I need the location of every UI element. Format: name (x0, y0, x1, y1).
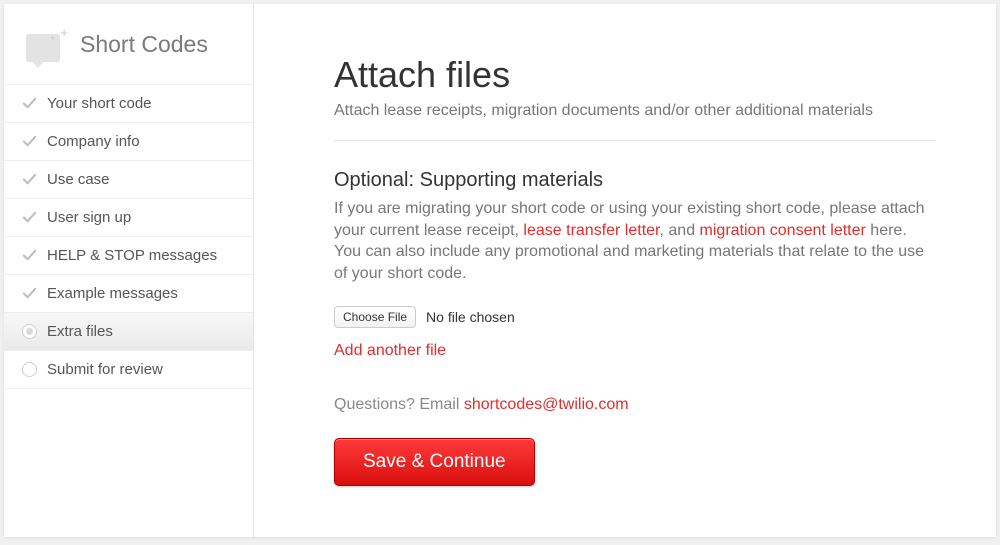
migration-consent-letter-link[interactable]: migration consent letter (700, 222, 866, 239)
save-continue-button[interactable]: Save & Continue (334, 438, 535, 486)
sidebar-item-user-sign-up[interactable]: User sign up (4, 198, 253, 236)
check-icon (22, 96, 37, 111)
short-codes-logo-icon: + + (26, 26, 68, 62)
sidebar-item-label: Example messages (47, 285, 178, 302)
sidebar-item-label: Company info (47, 133, 140, 150)
file-status-text: No file chosen (426, 309, 515, 325)
questions-prefix: Questions? Email (334, 396, 464, 413)
check-icon (22, 134, 37, 149)
sidebar-item-label: Your short code (47, 95, 152, 112)
choose-file-button[interactable]: Choose File (334, 306, 416, 328)
sidebar-nav: Your short code Company info Use case Us… (4, 84, 253, 389)
radio-empty-icon (22, 362, 37, 377)
check-icon (22, 286, 37, 301)
sidebar-header: + + Short Codes (4, 4, 253, 84)
sidebar-item-label: Extra files (47, 323, 113, 340)
sidebar-item-label: User sign up (47, 209, 131, 226)
check-icon (22, 248, 37, 263)
sidebar: + + Short Codes Your short code Company … (4, 4, 254, 537)
radio-active-icon (22, 324, 37, 339)
file-upload-row: Choose File No file chosen (334, 306, 936, 328)
sidebar-item-company-info[interactable]: Company info (4, 122, 253, 160)
sidebar-item-label: Use case (47, 171, 110, 188)
sidebar-item-submit-for-review[interactable]: Submit for review (4, 350, 253, 389)
check-icon (22, 210, 37, 225)
section-title: Optional: Supporting materials (334, 169, 936, 192)
questions-line: Questions? Email shortcodes@twilio.com (334, 396, 936, 414)
section-description: If you are migrating your short code or … (334, 198, 936, 284)
sidebar-item-use-case[interactable]: Use case (4, 160, 253, 198)
add-another-file-link[interactable]: Add another file (334, 342, 446, 360)
sidebar-item-your-short-code[interactable]: Your short code (4, 84, 253, 122)
page-title: Attach files (334, 54, 936, 96)
support-email-link[interactable]: shortcodes@twilio.com (464, 396, 629, 413)
main-content: Attach files Attach lease receipts, migr… (254, 4, 996, 537)
sidebar-item-label: Submit for review (47, 361, 163, 378)
sidebar-item-example-messages[interactable]: Example messages (4, 274, 253, 312)
sidebar-title: Short Codes (80, 31, 208, 58)
sidebar-item-label: HELP & STOP messages (47, 247, 217, 264)
app-shell: + + Short Codes Your short code Company … (4, 4, 996, 537)
sidebar-item-extra-files[interactable]: Extra files (4, 312, 253, 350)
lease-transfer-letter-link[interactable]: lease transfer letter (523, 222, 659, 239)
desc-text: , and (660, 222, 700, 239)
page-subtitle: Attach lease receipts, migration documen… (334, 102, 936, 141)
check-icon (22, 172, 37, 187)
sidebar-item-help-stop-messages[interactable]: HELP & STOP messages (4, 236, 253, 274)
